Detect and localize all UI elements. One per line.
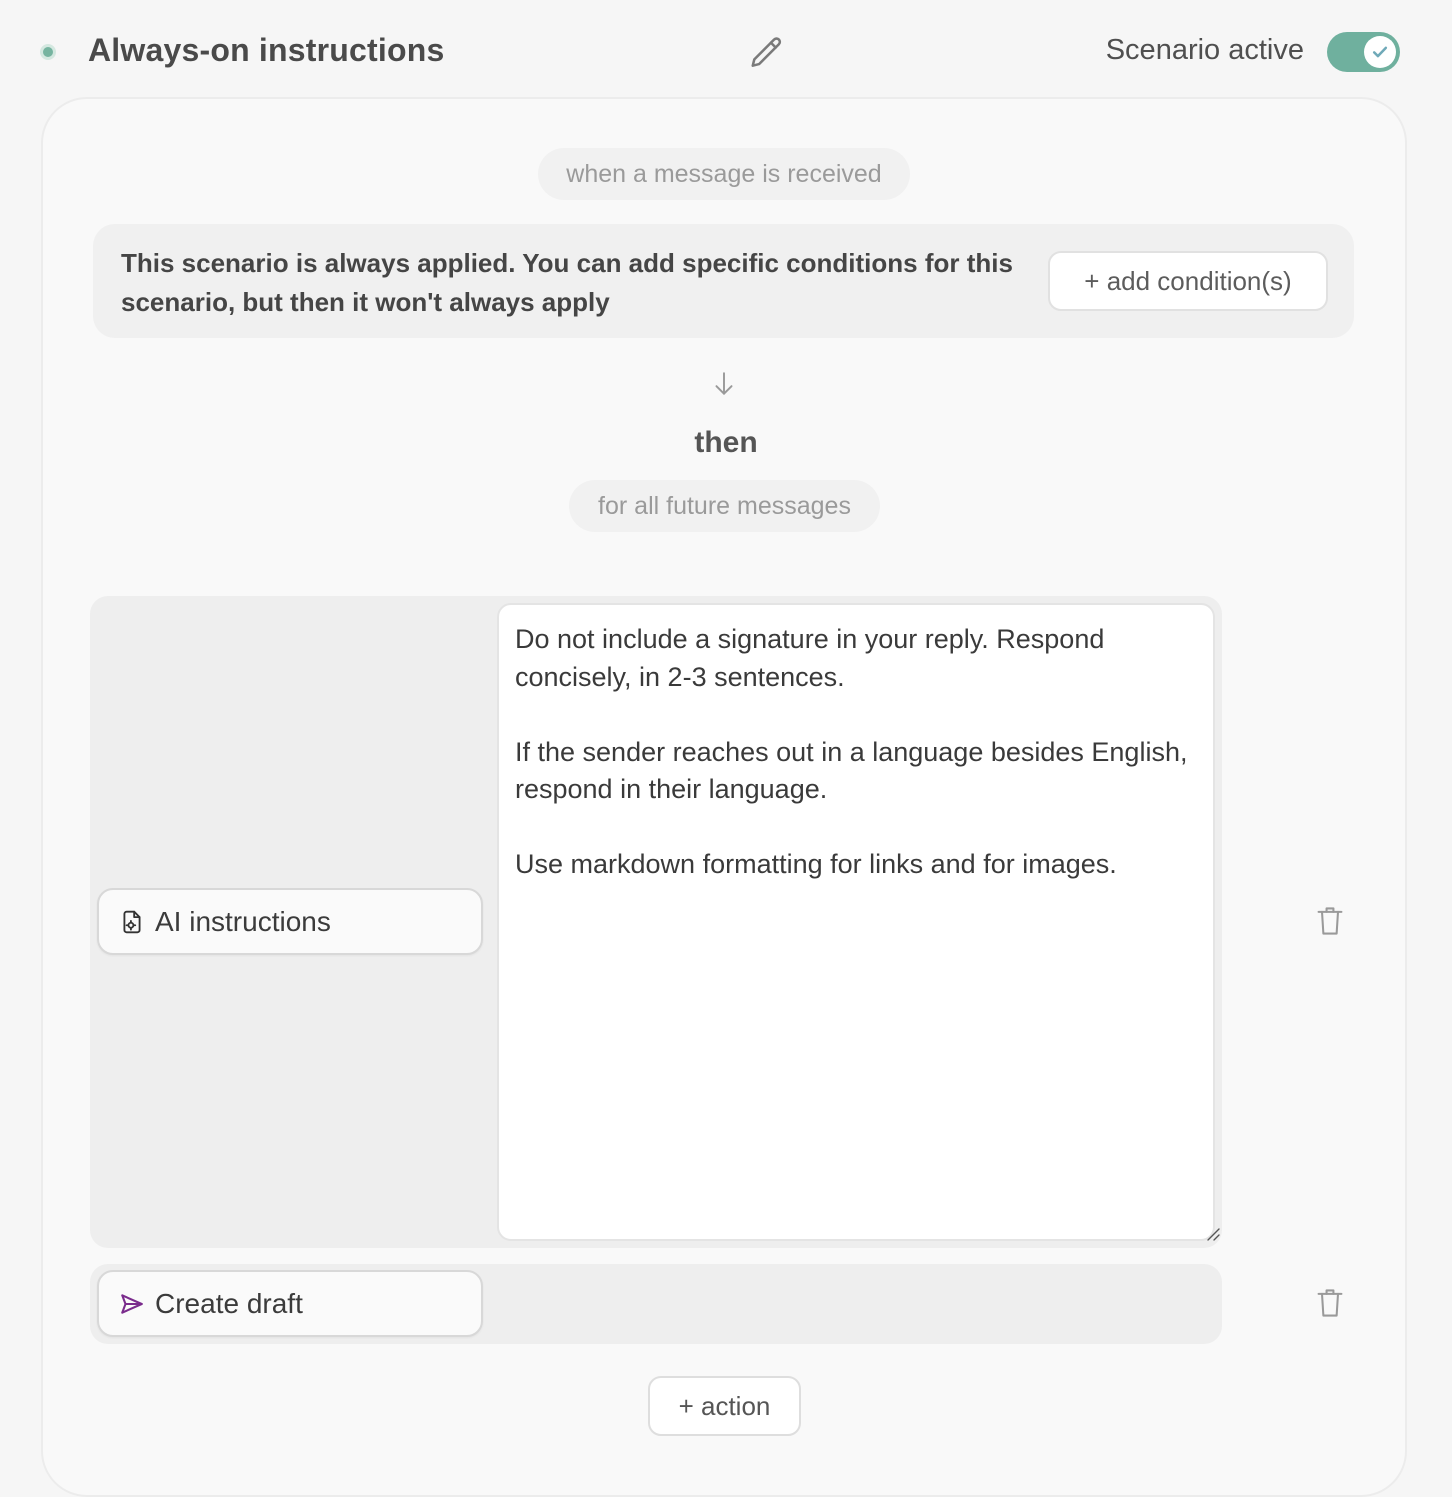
scope-pill: for all future messages: [569, 480, 880, 532]
scenario-header: Always-on instructions Scenario active: [0, 0, 1452, 100]
condition-info-text: This scenario is always applied. You can…: [121, 248, 1013, 317]
status-dot: [40, 44, 56, 60]
scenario-title: Always-on instructions: [88, 32, 445, 68]
then-label: then: [694, 426, 758, 459]
action-row-ai-instructions: AI instructions Do not include a signatu…: [90, 596, 1222, 1248]
send-icon: [121, 1293, 143, 1314]
scenario-active-toggle[interactable]: [1327, 32, 1400, 72]
trigger-pill: when a message is received: [538, 148, 910, 200]
action-label: AI instructions: [155, 905, 331, 937]
ai-instructions-textarea[interactable]: Do not include a signature in your reply…: [497, 603, 1215, 1241]
action-row-create-draft: Create draft: [90, 1264, 1222, 1344]
resize-handle-icon[interactable]: [1205, 1226, 1221, 1242]
add-action-button[interactable]: + action: [648, 1376, 801, 1436]
condition-info-box: This scenario is always applied. You can…: [93, 224, 1354, 338]
action-label: Create draft: [155, 1287, 303, 1319]
toggle-knob: [1364, 36, 1396, 68]
file-settings-icon: [123, 910, 141, 933]
action-type-select-ai-instructions[interactable]: AI instructions: [97, 888, 483, 955]
check-icon: [1372, 46, 1388, 58]
action-type-select-create-draft[interactable]: Create draft: [97, 1270, 483, 1337]
pencil-icon[interactable]: [748, 34, 786, 72]
delete-action-trash-icon[interactable]: [1316, 1287, 1344, 1319]
add-condition-button[interactable]: + add condition(s): [1048, 251, 1328, 311]
arrow-down-icon: [715, 372, 733, 395]
scenario-active-label: Scenario active: [1105, 34, 1304, 66]
delete-action-trash-icon[interactable]: [1316, 905, 1344, 937]
